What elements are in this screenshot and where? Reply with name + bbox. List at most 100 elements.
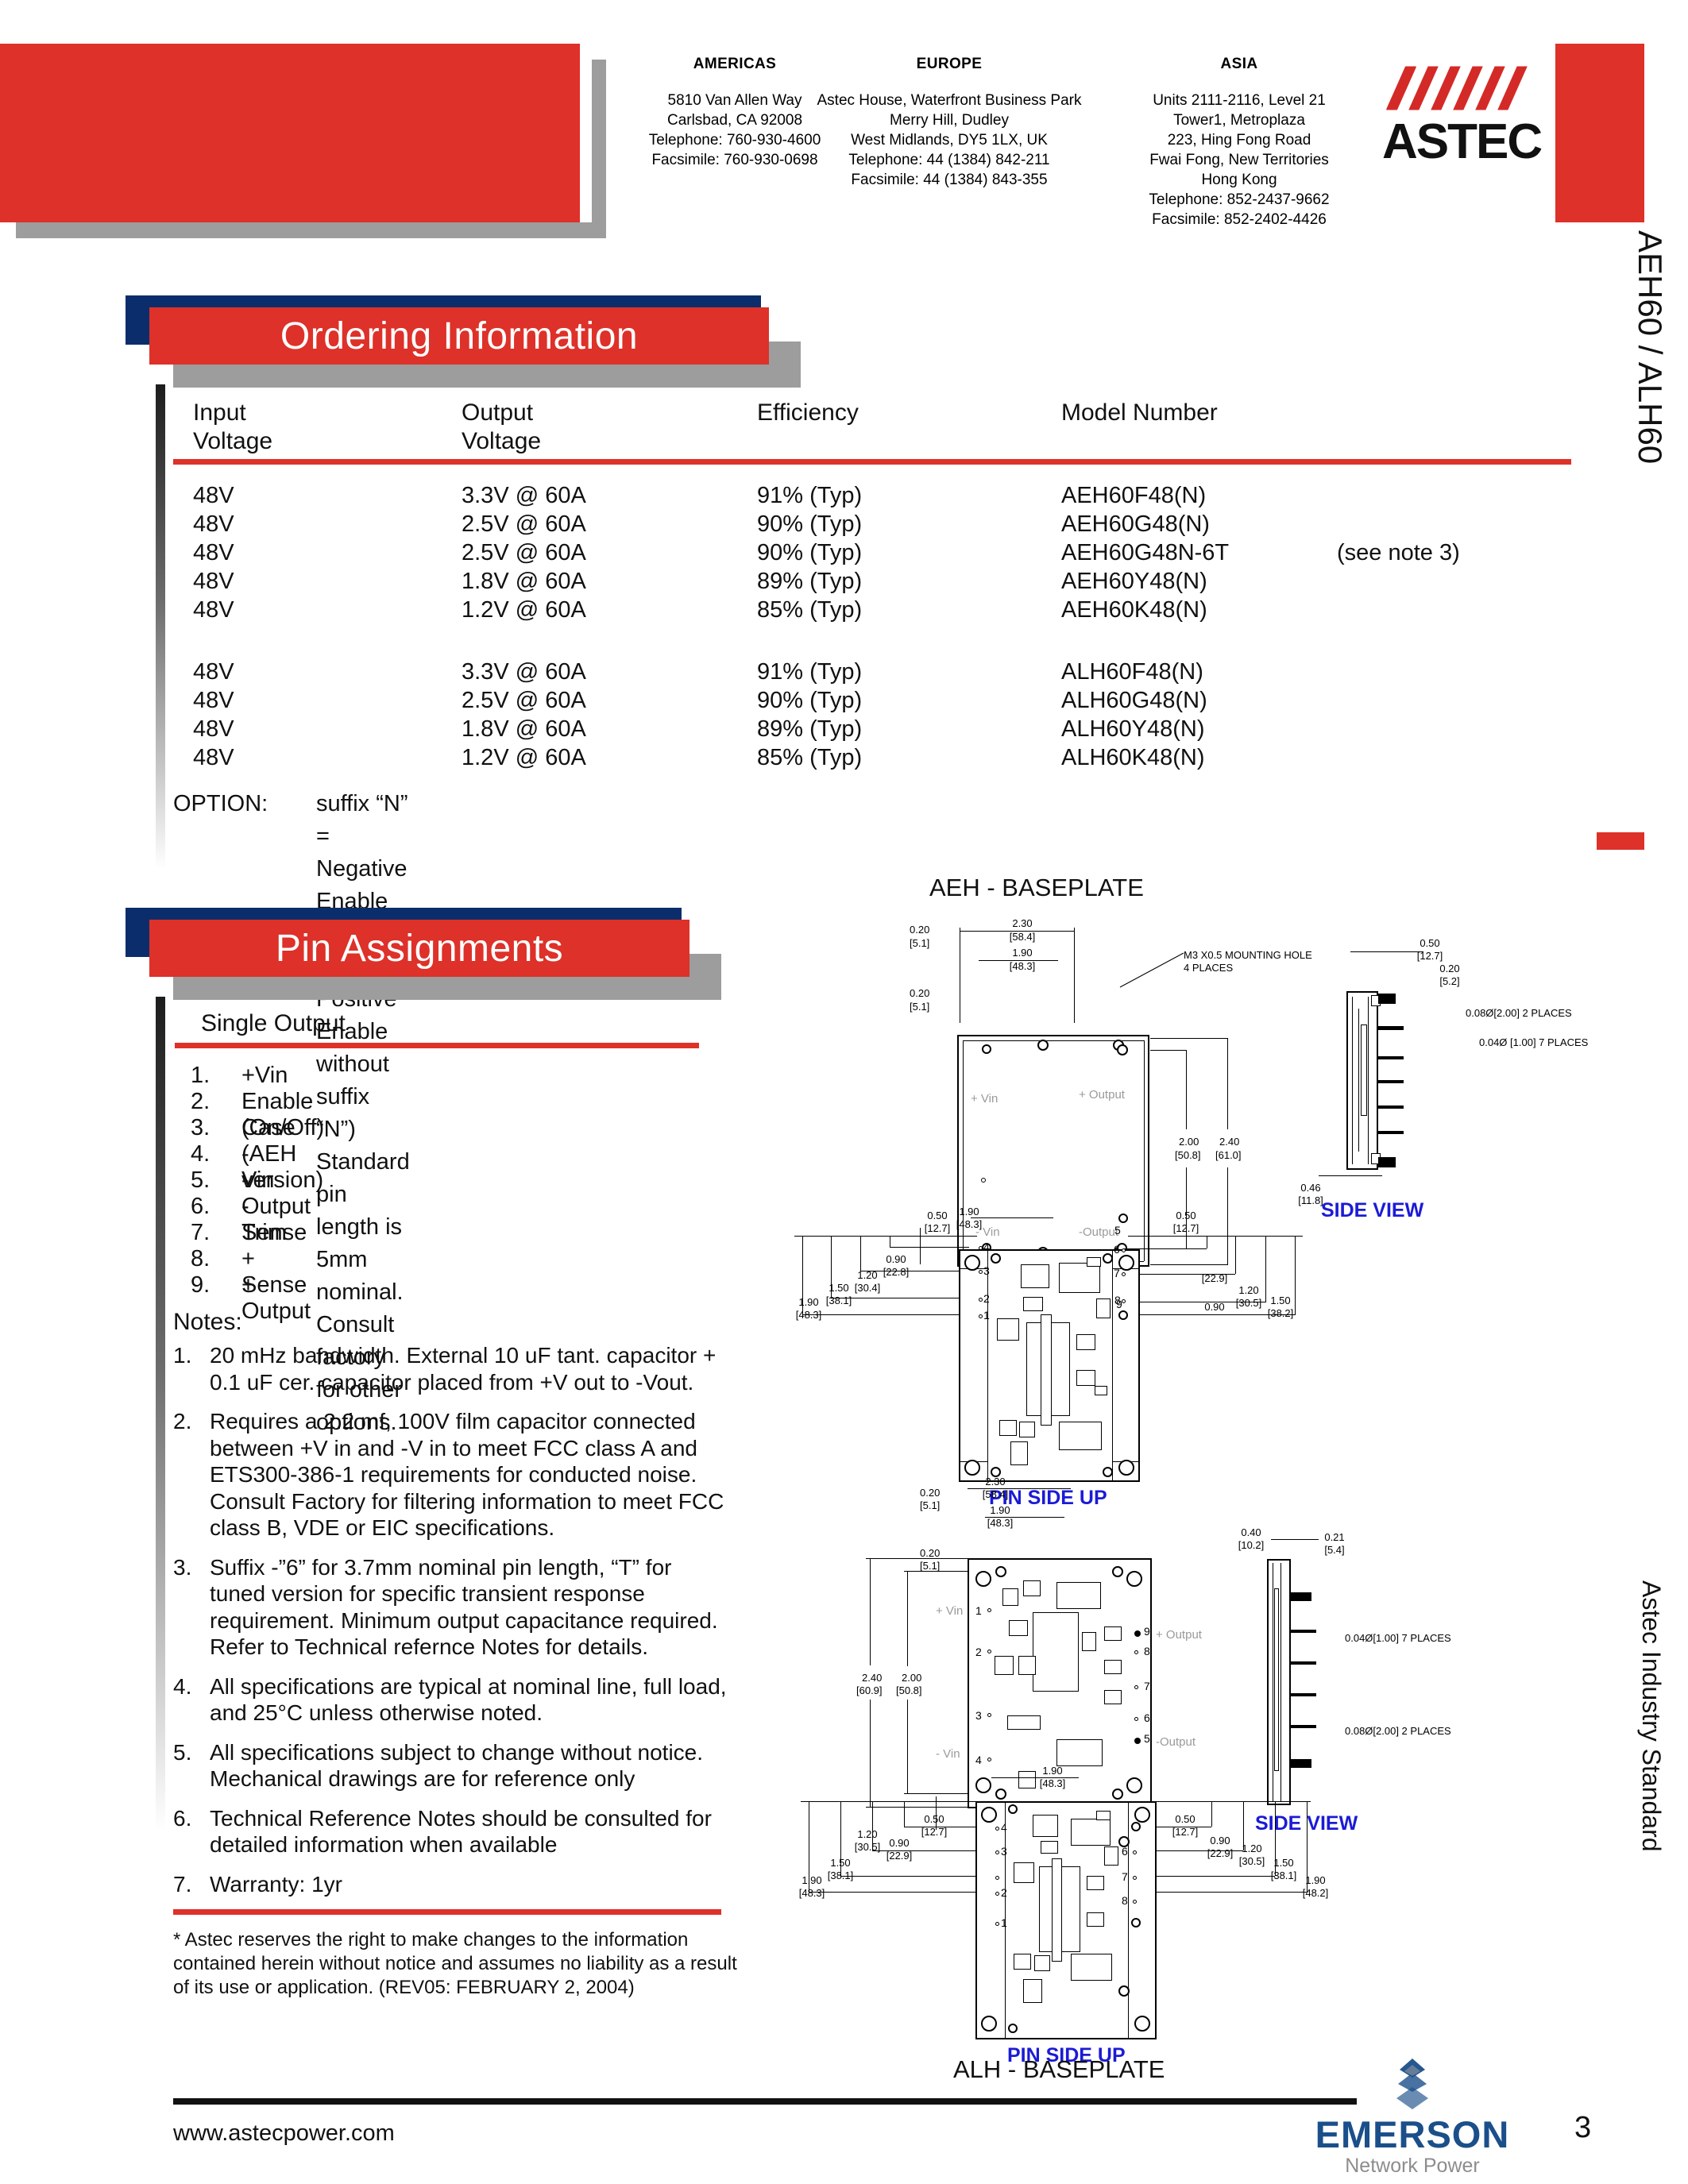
col-header-model-number: Model Number [1061, 399, 1218, 426]
cell-efficiency: 91% (Typ) [757, 483, 863, 508]
cell-input: 48V [193, 569, 234, 594]
mounting-hole-note-l1: M3 X0.5 MOUNTING HOLE [1184, 949, 1312, 961]
component [1104, 1626, 1122, 1641]
dim-h1-in: 2.00 [1179, 1136, 1199, 1148]
component [1010, 1441, 1028, 1465]
pin-dot [1134, 1685, 1138, 1689]
mounting-hole [1103, 1467, 1113, 1477]
pin-dot [1133, 1876, 1137, 1880]
header-red-block-left [0, 44, 580, 222]
pin-pad [1134, 1738, 1141, 1744]
component [1021, 1264, 1049, 1288]
header-gray-shadow-bottom [16, 222, 604, 238]
dim-r090-in: 0.90 [1204, 1301, 1225, 1313]
dim-line [979, 960, 1058, 961]
component [1104, 1690, 1122, 1704]
ext-line [904, 1571, 968, 1572]
pin-dot [995, 1922, 999, 1926]
dim-h2-in: 2.00 [902, 1672, 922, 1684]
dim-edge-in: 0.20 [910, 924, 930, 936]
mounting-hole [964, 1460, 980, 1476]
pin-small [1378, 1026, 1404, 1030]
component [1041, 1841, 1058, 1854]
table-row: 48V 3.3V @ 60A 91% (Typ) ALH60F48(N) [193, 659, 1543, 688]
component [1033, 1815, 1058, 1837]
cell-input: 48V [193, 745, 234, 770]
cell-input: 48V [193, 483, 234, 508]
dim-width-mm: [58.4] [1009, 931, 1036, 943]
dim-side-d2-in: 0.20 [1439, 963, 1460, 974]
dim-r150-in: 1.50 [1270, 1295, 1291, 1306]
header-red-block-right [1555, 44, 1644, 222]
cell-output: 2.5V @ 60A [462, 511, 586, 537]
mounting-hole [975, 1777, 991, 1793]
office-line: Hong Kong [1201, 172, 1277, 188]
cell-model: ALH60G48(N) [1061, 688, 1207, 713]
pin-subtitle: Single Output [201, 1010, 346, 1036]
office-line: 223, Hing Fong Road [1167, 132, 1311, 149]
cell-note: (see note 3) [1337, 540, 1460, 565]
dim-line [991, 1777, 1079, 1778]
banner-red-block: Pin Assignments [149, 920, 689, 977]
col-header-output-voltage-l1: Output [462, 399, 534, 426]
pin-assignments-banner: Pin Assignments [126, 908, 840, 1000]
dim-inner-in: 1.90 [1012, 947, 1033, 959]
dim-top-in: 1.90 [1042, 1765, 1063, 1777]
mounting-hole [991, 1253, 1001, 1264]
note-item: 7. Warranty: 1yr [173, 1871, 729, 1898]
transformer-core [1041, 1314, 1052, 1426]
dim-line [968, 1488, 1071, 1489]
note-item: 6. Technical Reference Notes should be co… [173, 1805, 729, 1858]
dim-h1-mm: [60.9] [856, 1684, 883, 1696]
body-line [1280, 1563, 1281, 1801]
dim-edge-mm: [5.1] [920, 1499, 941, 1511]
pin-dot [1122, 1248, 1126, 1252]
ext-line [1235, 1236, 1236, 1274]
office-line: Fwai Fong, New Territories [1149, 152, 1329, 168]
dim-side-d1-in: 0.40 [1241, 1526, 1261, 1538]
component [1056, 1582, 1101, 1609]
side-tab-family: Astec Industry Standard [1637, 1580, 1666, 1852]
page-number: 3 [1574, 2111, 1592, 2144]
ext-line [831, 1236, 832, 1298]
aeh-baseplate-title: AEH - BASEPLATE [929, 874, 1144, 901]
pin-number-7: 7 [1114, 1267, 1120, 1279]
pin-number: 9. [191, 1272, 211, 1298]
mounting-hole [982, 1044, 991, 1054]
note-text: Warranty: 1yr [210, 1871, 342, 1897]
pin-number-8: 8 [1122, 1894, 1128, 1907]
emerson-mark-icon [1396, 2059, 1428, 2109]
mounting-hole [1103, 1253, 1113, 1264]
pin-dot [987, 1758, 991, 1761]
component [1019, 1422, 1035, 1437]
pin-number-9: 9 [1144, 1625, 1150, 1638]
dim-top-mm: [48.3] [1039, 1777, 1066, 1789]
component [1023, 1580, 1041, 1596]
pin-dot [979, 1246, 983, 1250]
cell-efficiency: 85% (Typ) [757, 597, 863, 623]
mounting-hole [1118, 1460, 1134, 1476]
pin-dot [987, 1650, 991, 1653]
mounting-hole [981, 2016, 997, 2032]
dim-h2-in: 2.40 [1219, 1136, 1240, 1148]
board-inner-line [1144, 1040, 1145, 1261]
dim-l190-mm: [48.3] [798, 1887, 825, 1899]
footer-url[interactable]: www.astecpower.com [173, 2120, 395, 2147]
ext-line [1243, 1801, 1244, 1850]
leader [890, 1247, 969, 1248]
pin-small [1378, 1056, 1404, 1059]
pin-dot [995, 1850, 999, 1854]
component [1007, 1715, 1041, 1730]
pin-dot [979, 1314, 983, 1318]
leader [1124, 1274, 1235, 1275]
transformer-core [1052, 1858, 1062, 1962]
pin-number-5: 5 [1144, 1732, 1150, 1745]
pin-small [1291, 1693, 1316, 1696]
disclaimer-text: * Astec reserves the right to make chang… [173, 1929, 737, 1998]
emerson-tagline: Network Power [1345, 2155, 1480, 2177]
component [1095, 1386, 1107, 1395]
component [1018, 1656, 1036, 1675]
pin-number: 7. [191, 1220, 211, 1245]
dim-line-v [870, 1558, 871, 1665]
dim-edge2-in: 0.20 [910, 987, 930, 999]
